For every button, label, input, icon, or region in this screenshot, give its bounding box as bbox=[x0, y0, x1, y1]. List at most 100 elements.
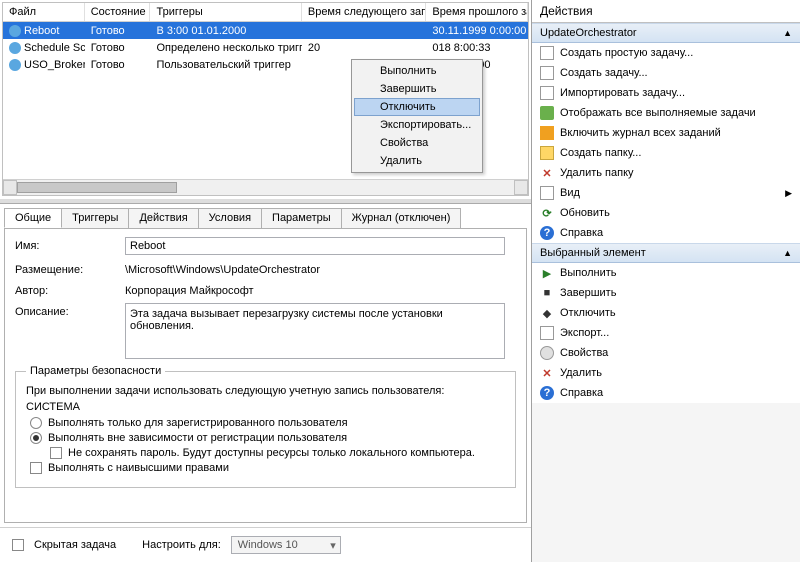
tab-условия[interactable]: Условия bbox=[198, 208, 262, 228]
security-options-title: Параметры безопасности bbox=[26, 365, 165, 377]
action-item[interactable]: Экспорт... bbox=[532, 323, 800, 343]
help-icon: ? bbox=[540, 386, 554, 400]
tab-журнал-отключен-[interactable]: Журнал (отключен) bbox=[341, 208, 462, 228]
stop-icon: ■ bbox=[540, 286, 554, 300]
checkbox-icon bbox=[50, 447, 62, 459]
action-item[interactable]: ?Справка bbox=[532, 383, 800, 403]
actions-section-selected-label: Выбранный элемент bbox=[540, 247, 646, 259]
action-item[interactable]: ? Справка bbox=[532, 223, 800, 243]
actions-title: Действия bbox=[532, 0, 800, 23]
context-menu-item[interactable]: Экспортировать... bbox=[354, 116, 480, 134]
description-field[interactable]: Эта задача вызывает перезагрузку системы… bbox=[125, 303, 505, 359]
action-item[interactable]: Создать простую задачу... bbox=[532, 43, 800, 63]
action-label: Удалить bbox=[560, 367, 602, 379]
action-item[interactable]: Создать задачу... bbox=[532, 63, 800, 83]
action-label: Справка bbox=[560, 227, 603, 239]
action-item[interactable]: ■Завершить bbox=[532, 283, 800, 303]
context-menu-item[interactable]: Отключить bbox=[354, 98, 480, 116]
col-file[interactable]: Файл bbox=[3, 3, 85, 21]
tab-параметры[interactable]: Параметры bbox=[261, 208, 342, 228]
task-name: USO_Broker_... bbox=[24, 59, 85, 71]
opt-logged-on-only[interactable]: Выполнять только для зарегистрированного… bbox=[30, 417, 505, 429]
name-field[interactable]: Reboot bbox=[125, 237, 505, 255]
view-icon bbox=[540, 186, 554, 200]
task-icon bbox=[540, 66, 554, 80]
tabs: ОбщиеТриггерыДействияУсловияПараметрыЖур… bbox=[0, 204, 531, 228]
col-state[interactable]: Состояние bbox=[85, 3, 151, 21]
bottom-row: Скрытая задача Настроить для: Windows 10 bbox=[0, 527, 531, 562]
actions-list-selected: ▶ Выполнить ■Завершить◆ОтключитьЭкспорт...… bbox=[532, 263, 800, 403]
action-item[interactable]: ▶ Выполнить bbox=[532, 263, 800, 283]
action-label: Выполнить bbox=[560, 267, 616, 279]
checkbox-icon bbox=[30, 462, 42, 474]
tab-триггеры[interactable]: Триггеры bbox=[61, 208, 129, 228]
action-label: Свойства bbox=[560, 347, 608, 359]
collapse-icon: ▲ bbox=[783, 28, 792, 38]
action-item[interactable]: ⟳ Обновить bbox=[532, 203, 800, 223]
action-label: Удалить папку bbox=[560, 167, 634, 179]
table-row[interactable]: RebootГотовоВ 3:00 01.01.200030.11.1999 … bbox=[3, 22, 528, 39]
action-label: Отображать все выполняемые задачи bbox=[560, 107, 756, 119]
description-label: Описание: bbox=[15, 303, 125, 318]
tab-общие[interactable]: Общие bbox=[4, 208, 62, 228]
configure-for-select[interactable]: Windows 10 bbox=[231, 536, 341, 554]
author-value: Корпорация Майкрософт bbox=[125, 282, 254, 297]
action-item[interactable]: ✕Удалить папку bbox=[532, 163, 800, 183]
actions-section-folder[interactable]: UpdateOrchestrator ▲ bbox=[532, 23, 800, 43]
action-label: Обновить bbox=[560, 207, 610, 219]
task-list-header: Файл Состояние Триггеры Время следующего… bbox=[3, 3, 528, 22]
author-label: Автор: bbox=[15, 282, 125, 297]
action-label: Импортировать задачу... bbox=[560, 87, 685, 99]
action-item[interactable]: Создать папку... bbox=[532, 143, 800, 163]
left-pane: Файл Состояние Триггеры Время следующего… bbox=[0, 0, 532, 562]
action-item[interactable]: Свойства bbox=[532, 343, 800, 363]
task-next-run: 20 bbox=[302, 41, 427, 55]
action-item[interactable]: Отображать все выполняемые задачи bbox=[532, 103, 800, 123]
opt-any-user-label: Выполнять вне зависимости от регистрации… bbox=[48, 432, 347, 444]
action-label: Создать простую задачу... bbox=[560, 47, 693, 59]
task-last-run: 018 8:00:33 bbox=[426, 41, 528, 55]
new-icon bbox=[540, 46, 554, 60]
actions-section-selected[interactable]: Выбранный элемент ▲ bbox=[532, 243, 800, 263]
col-triggers[interactable]: Триггеры bbox=[150, 3, 301, 21]
help-icon: ? bbox=[540, 226, 554, 240]
task-state: Готово bbox=[85, 24, 151, 38]
tab-general-panel: Имя: Reboot Размещение: \Microsoft\Windo… bbox=[4, 228, 527, 523]
action-item[interactable]: Импортировать задачу... bbox=[532, 83, 800, 103]
opt-highest-priv[interactable]: Выполнять с наивысшими правами bbox=[30, 462, 505, 474]
action-item[interactable]: Вид▶ bbox=[532, 183, 800, 203]
action-item[interactable]: ◆Отключить bbox=[532, 303, 800, 323]
chevron-right-icon: ▶ bbox=[785, 188, 792, 199]
refresh-icon: ⟳ bbox=[540, 206, 554, 220]
horizontal-scrollbar[interactable] bbox=[3, 179, 528, 195]
opt-no-store-password[interactable]: Не сохранять пароль. Будут доступны ресу… bbox=[50, 447, 505, 459]
tab-действия[interactable]: Действия bbox=[128, 208, 198, 228]
opt-logged-on-label: Выполнять только для зарегистрированного… bbox=[48, 417, 348, 429]
task-trigger: В 3:00 01.01.2000 bbox=[150, 24, 301, 38]
account-value: СИСТЕМА bbox=[26, 401, 505, 413]
disable-icon: ◆ bbox=[540, 306, 554, 320]
action-label: Создать папку... bbox=[560, 147, 641, 159]
action-item[interactable]: ✕Удалить bbox=[532, 363, 800, 383]
location-value: \Microsoft\Windows\UpdateOrchestrator bbox=[125, 261, 320, 276]
collapse-icon: ▲ bbox=[783, 248, 792, 258]
context-menu-item[interactable]: Выполнить bbox=[354, 62, 480, 80]
task-trigger: Определено несколько триггеров bbox=[150, 41, 301, 55]
action-item[interactable]: Включить журнал всех заданий bbox=[532, 123, 800, 143]
actions-section-folder-label: UpdateOrchestrator bbox=[540, 27, 637, 39]
scroll-left-arrow[interactable] bbox=[3, 180, 17, 195]
play-icon: ▶ bbox=[540, 266, 554, 280]
task-icon bbox=[9, 59, 21, 71]
configure-for-label: Настроить для: bbox=[142, 539, 221, 551]
scroll-right-arrow[interactable] bbox=[514, 180, 528, 195]
table-row[interactable]: Schedule ScanГотовоОпределено несколько … bbox=[3, 39, 528, 56]
context-menu-item[interactable]: Завершить bbox=[354, 80, 480, 98]
context-menu-item[interactable]: Удалить bbox=[354, 152, 480, 170]
scroll-thumb[interactable] bbox=[17, 182, 177, 193]
col-last-run[interactable]: Время прошлого запу bbox=[426, 3, 528, 21]
context-menu-item[interactable]: Свойства bbox=[354, 134, 480, 152]
col-next-run[interactable]: Время следующего запуска bbox=[302, 3, 427, 21]
task-icon bbox=[9, 42, 21, 54]
opt-any-user[interactable]: Выполнять вне зависимости от регистрации… bbox=[30, 432, 505, 444]
hidden-checkbox[interactable] bbox=[12, 539, 24, 551]
